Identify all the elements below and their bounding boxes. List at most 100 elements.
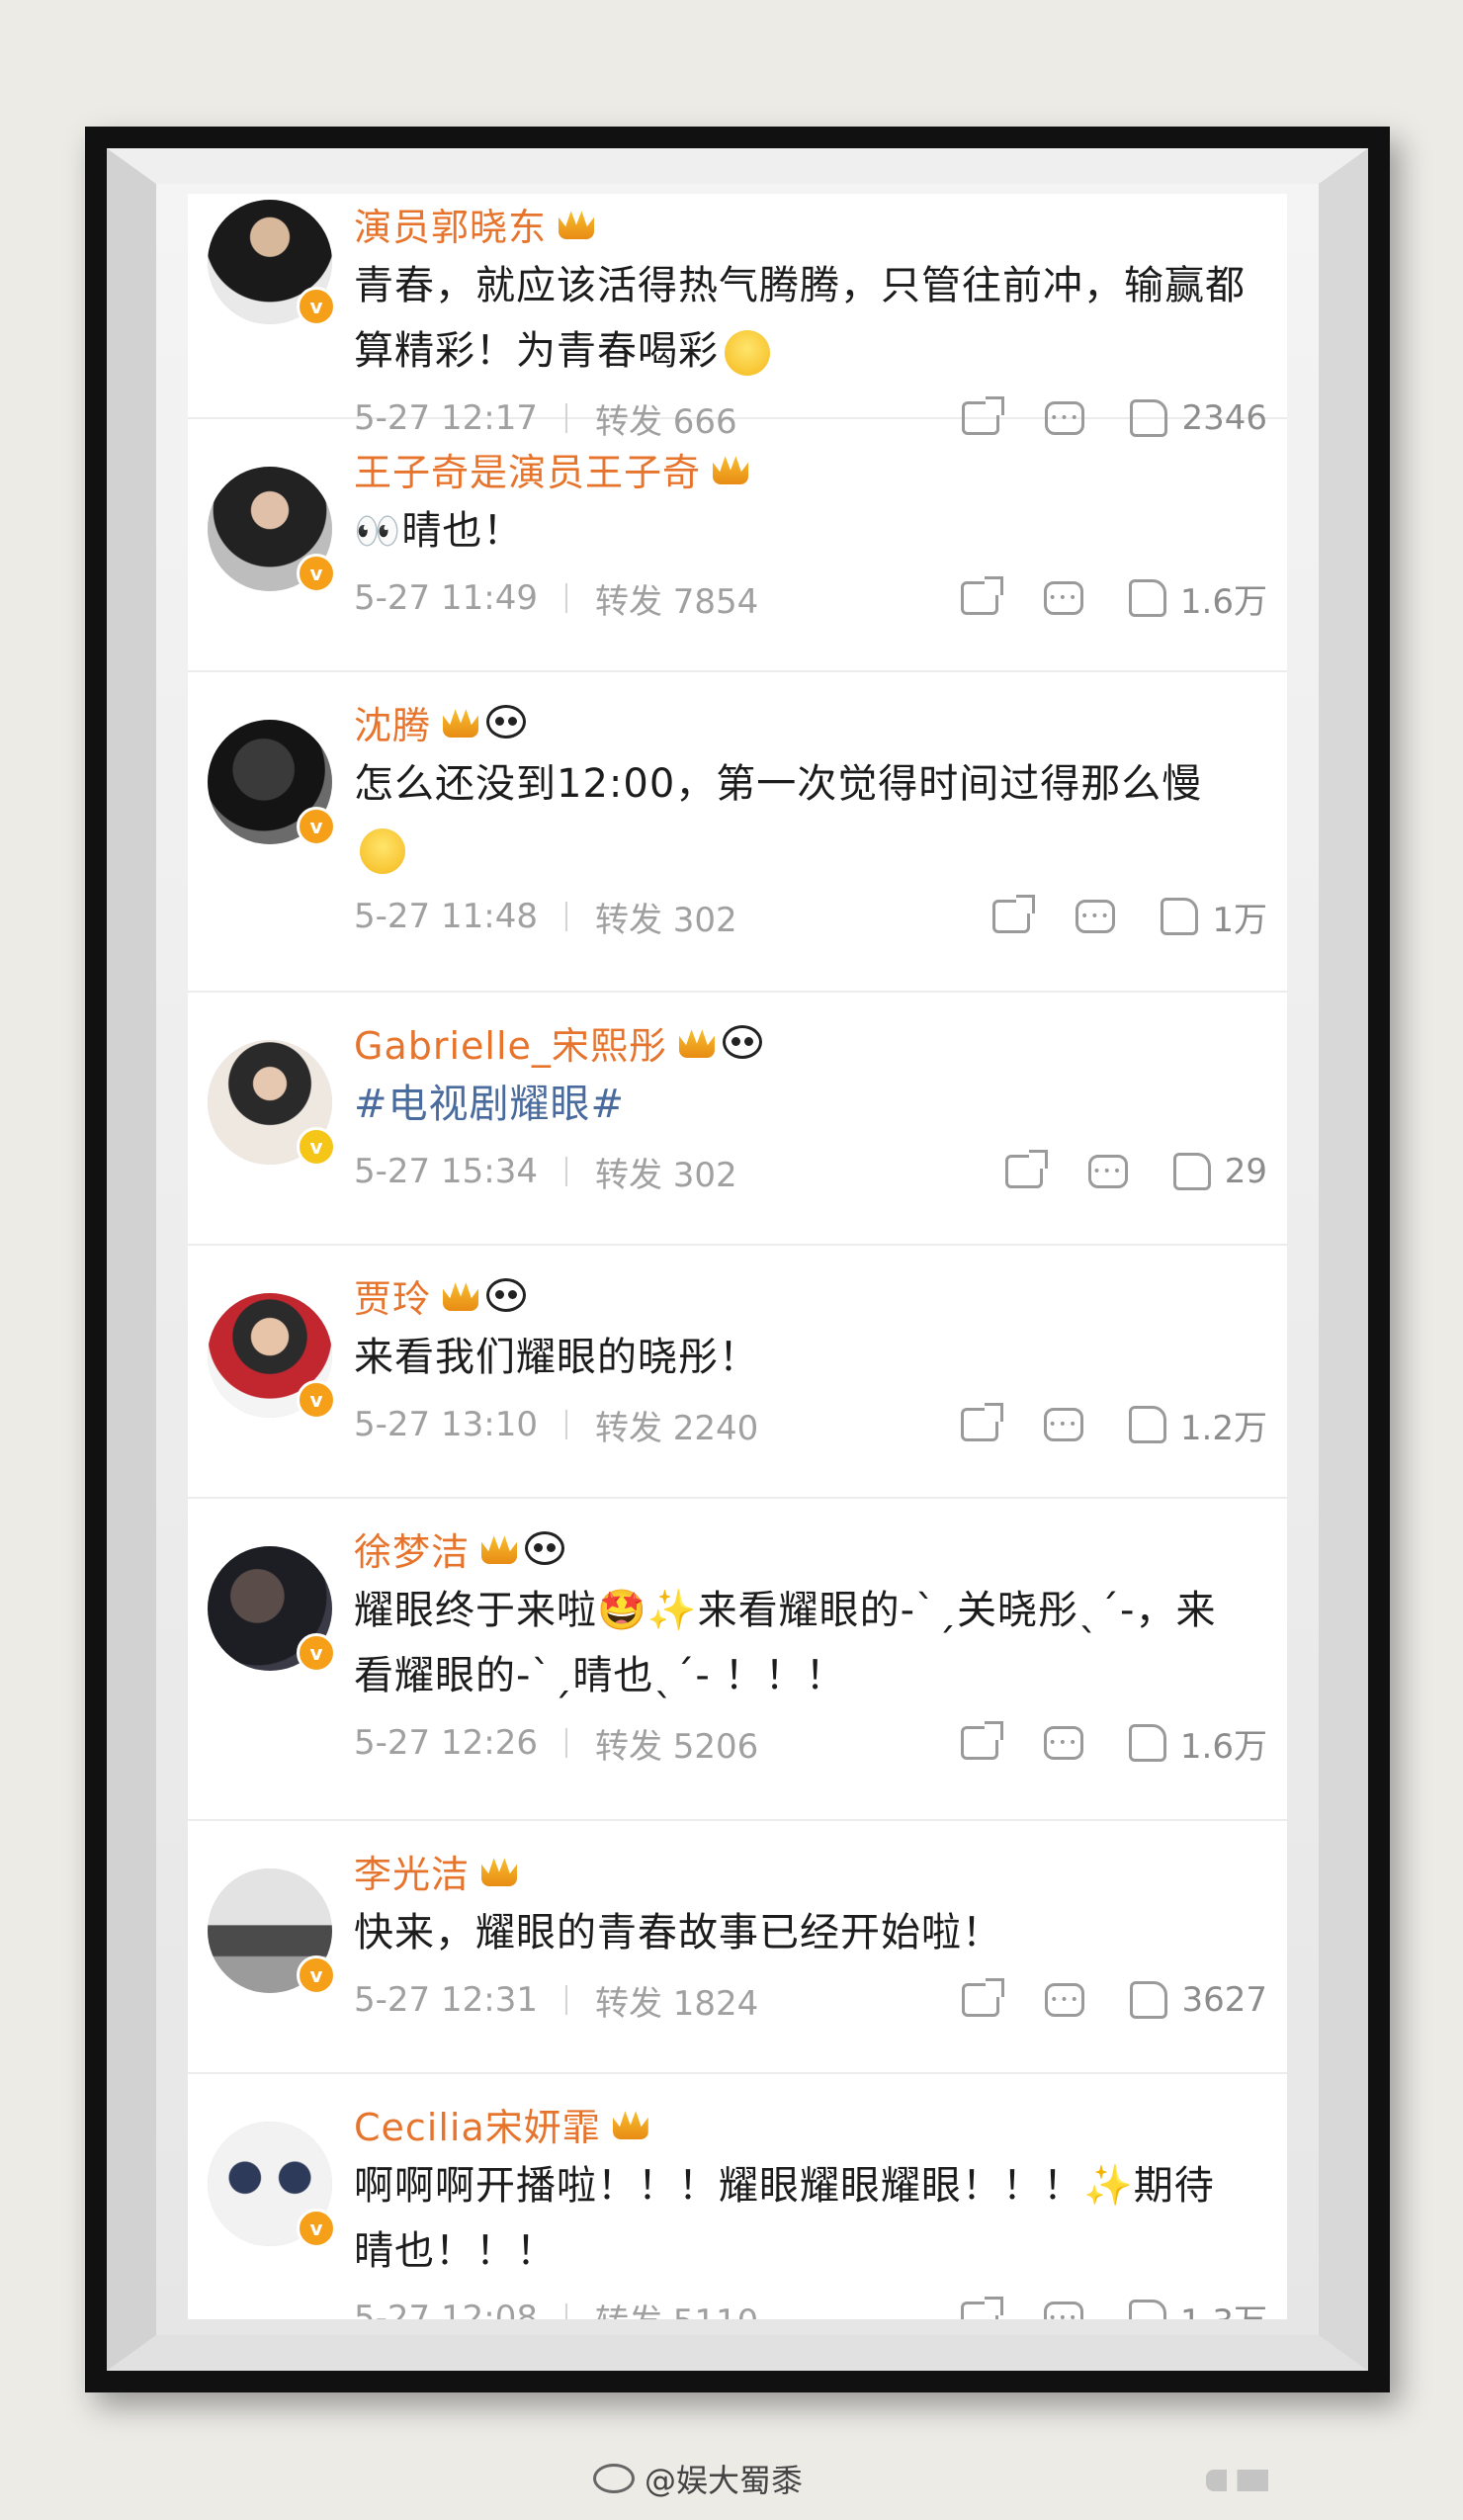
repost-count[interactable]: 转发 1824: [595, 1976, 758, 2025]
list-item: v 李光洁 快来，耀眼的青春故事已经开始啦！ 5-27 12:31 转发 1824…: [188, 1841, 1287, 2074]
crown-icon: [612, 2111, 648, 2139]
watermark: @娱大蜀黍: [593, 2456, 803, 2501]
timestamp: 5-27 11:49: [354, 578, 538, 618]
timestamp: 5-27 13:10: [354, 1405, 538, 1444]
avatar[interactable]: v: [208, 200, 336, 326]
comment-text: 啊啊啊开播啦！！！耀眼耀眼耀眼！！！✨期待晴也！！！: [354, 2163, 1215, 2274]
username[interactable]: Gabrielle_宋熙彤: [354, 1015, 667, 1070]
comment-icon[interactable]: •••: [1045, 401, 1085, 435]
share-icon[interactable]: [992, 895, 1036, 933]
username[interactable]: 徐梦洁: [354, 1521, 470, 1576]
verified-badge-icon: v: [297, 807, 336, 846]
like-icon[interactable]: [1128, 1724, 1166, 1762]
comment-icon[interactable]: •••: [1043, 1408, 1083, 1441]
like-count: 1.3万: [1180, 2295, 1267, 2320]
like-icon[interactable]: [1128, 1406, 1166, 1443]
username[interactable]: 贾玲: [354, 1268, 431, 1323]
list-item: v Cecilia宋妍霏 啊啊啊开播啦！！！耀眼耀眼耀眼！！！✨期待晴也！！！ …: [188, 2094, 1287, 2319]
comment-icon[interactable]: •••: [1043, 581, 1083, 615]
like-count: 3627: [1181, 1980, 1267, 2020]
like-icon[interactable]: [1130, 1981, 1168, 2019]
comment-icon[interactable]: •••: [1043, 1726, 1083, 1760]
like-count: 1.2万: [1179, 1408, 1267, 1448]
divider: [564, 1157, 567, 1186]
picture-frame: v 演员郭晓东 青春，就应该活得热气腾腾，只管往前冲，输赢都算精彩！为青春喝彩 …: [85, 127, 1390, 2392]
frame-mat: v 演员郭晓东 青春，就应该活得热气腾腾，只管往前冲，输赢都算精彩！为青春喝彩 …: [107, 148, 1368, 2371]
list-item: v Gabrielle_宋熙彤 #电视剧耀眼# 5-27 15:34 转发 302…: [188, 1012, 1287, 1246]
avatar[interactable]: v: [208, 720, 336, 846]
repost-count[interactable]: 转发 7854: [595, 574, 758, 623]
repost-count[interactable]: 转发 666: [595, 394, 737, 443]
crown-icon: [443, 709, 479, 738]
share-icon[interactable]: [962, 1978, 1005, 2017]
username[interactable]: 演员郭晓东: [354, 197, 547, 251]
username[interactable]: 沈腾: [354, 695, 431, 749]
eyes-emoji-icon: 👀: [354, 509, 402, 553]
crown-icon: [443, 1282, 479, 1311]
share-icon[interactable]: [960, 1403, 1003, 1441]
verified-badge-icon: v: [297, 1127, 336, 1167]
divider: [564, 902, 567, 931]
crown-icon: [481, 1858, 518, 1886]
like-icon[interactable]: [1161, 898, 1199, 935]
like-icon[interactable]: [1128, 579, 1166, 617]
divider: [564, 403, 567, 433]
avatar[interactable]: v: [208, 1868, 336, 1995]
divider: [564, 1985, 567, 2015]
avatar[interactable]: v: [208, 467, 336, 593]
share-icon[interactable]: [960, 2297, 1003, 2319]
repost-count[interactable]: 转发 5206: [595, 1719, 758, 1768]
comment-text: 晴也！: [401, 508, 524, 554]
repost-count[interactable]: 转发 5110: [595, 2295, 758, 2320]
weibo-logo-icon: [593, 2464, 635, 2493]
shrug-emoji-icon: [360, 828, 405, 874]
avatar[interactable]: v: [208, 1293, 336, 1420]
divider: [564, 2303, 567, 2319]
like-count: 1万: [1212, 900, 1267, 940]
repost-count[interactable]: 转发 302: [595, 1148, 737, 1196]
share-icon[interactable]: [962, 396, 1005, 435]
username[interactable]: Cecilia宋妍霏: [354, 2097, 601, 2151]
crown-icon: [481, 1535, 518, 1564]
share-icon[interactable]: [960, 1721, 1003, 1760]
crown-icon: [713, 456, 749, 484]
like-icon[interactable]: [1130, 399, 1168, 437]
share-icon[interactable]: [1004, 1150, 1048, 1188]
list-item: v 演员郭晓东 青春，就应该活得热气腾腾，只管往前冲，输赢都算精彩！为青春喝彩 …: [188, 194, 1287, 442]
timestamp: 5-27 12:31: [354, 1980, 538, 2020]
list-item: v 沈腾 怎么还没到12:00，第一次觉得时间过得那么慢 5-27 11:48 转…: [188, 692, 1287, 993]
verified-badge-icon: v: [297, 1380, 336, 1420]
verified-badge-icon: v: [297, 1633, 336, 1673]
verified-badge-icon: v: [297, 287, 336, 326]
hashtag-link[interactable]: #电视剧耀眼#: [354, 1082, 625, 1127]
smile-emoji-icon: [725, 330, 770, 376]
crown-icon: [678, 1029, 715, 1058]
timestamp: 5-27 12:08: [354, 2299, 538, 2319]
avatar[interactable]: v: [208, 1546, 336, 1673]
verified-badge-icon: v: [297, 1955, 336, 1995]
comment-text: 来看我们耀眼的晓彤！: [354, 1335, 759, 1380]
comment-icon[interactable]: •••: [1087, 1155, 1128, 1188]
avatar[interactable]: v: [208, 2122, 336, 2248]
like-count: 1.6万: [1179, 581, 1267, 622]
repost-count[interactable]: 转发 2240: [595, 1401, 758, 1449]
repost-count[interactable]: 转发 302: [595, 893, 737, 941]
panda-icon: [486, 705, 527, 739]
like-count: 1.6万: [1179, 1726, 1267, 1767]
timestamp: 5-27 12:17: [354, 398, 538, 438]
comment-icon[interactable]: •••: [1043, 2302, 1083, 2319]
comment-icon[interactable]: •••: [1076, 900, 1116, 933]
divider: [564, 1728, 567, 1758]
comment-text: 怎么还没到12:00，第一次觉得时间过得那么慢: [354, 761, 1203, 807]
comment-icon[interactable]: •••: [1045, 1983, 1085, 2017]
share-icon[interactable]: [960, 576, 1003, 615]
timestamp: 5-27 11:48: [354, 897, 538, 936]
like-icon[interactable]: [1172, 1153, 1211, 1190]
username[interactable]: 李光洁: [354, 1844, 470, 1898]
avatar[interactable]: v: [208, 1040, 336, 1167]
panda-icon: [486, 1278, 527, 1312]
username[interactable]: 王子奇是演员王子奇: [354, 442, 701, 496]
verified-badge-icon: v: [297, 2209, 336, 2248]
like-icon[interactable]: [1128, 2300, 1166, 2319]
corner-watermark: [1206, 2470, 1414, 2491]
